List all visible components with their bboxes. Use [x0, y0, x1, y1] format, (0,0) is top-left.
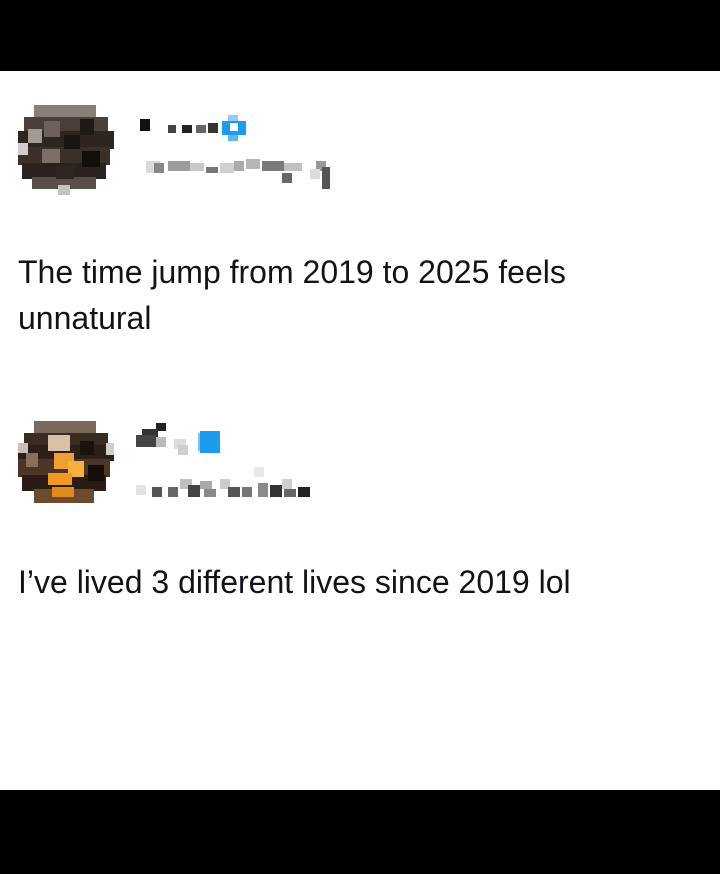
- handle-redacted[interactable]: [134, 467, 344, 507]
- bottom-letterbox-bar: [0, 790, 720, 874]
- verified-badge-icon: [222, 115, 246, 141]
- screenshot-frame: The time jump from 2019 to 2025 feels un…: [0, 0, 720, 874]
- display-name-redacted[interactable]: [134, 109, 264, 143]
- pixelated-avatar-icon: [18, 413, 114, 509]
- display-name-redacted[interactable]: [134, 423, 264, 457]
- avatar[interactable]: [18, 413, 114, 509]
- verified-badge-icon: [198, 431, 220, 453]
- avatar[interactable]: [18, 99, 114, 195]
- top-letterbox-bar: [0, 0, 720, 71]
- post-text: The time jump from 2019 to 2025 feels un…: [18, 254, 566, 336]
- handle-redacted[interactable]: [134, 153, 344, 193]
- pixelated-avatar-icon: [18, 99, 114, 195]
- post-text: I’ve lived 3 different lives since 2019 …: [18, 564, 571, 600]
